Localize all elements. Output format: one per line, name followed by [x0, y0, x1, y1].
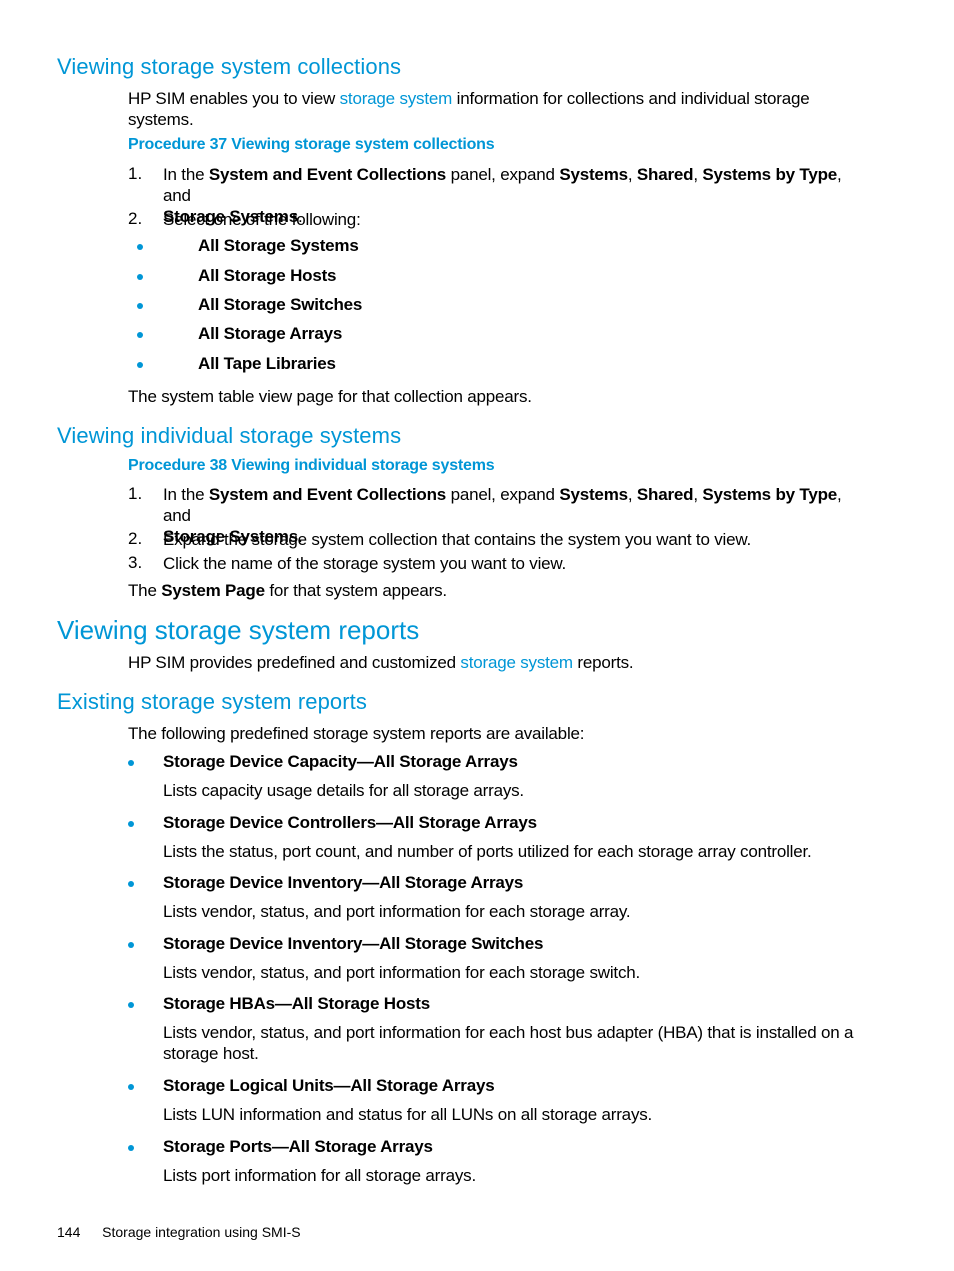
- section-heading-viewing-collections: Viewing storage system collections: [57, 54, 402, 79]
- section3-intro: HP SIM provides predefined and customize…: [128, 653, 634, 672]
- section-heading-viewing-reports: Viewing storage system reports: [57, 615, 420, 645]
- procedure-37-result: The system table view page for that coll…: [128, 387, 532, 406]
- step-number: 3.: [128, 553, 143, 572]
- bullet-icon: [128, 1084, 134, 1090]
- step-number: 2.: [128, 209, 143, 228]
- option-label: All Storage Hosts: [198, 266, 337, 285]
- bullet-icon: [128, 821, 134, 827]
- bullet-icon: [137, 303, 143, 309]
- report-title: Storage Device Inventory—All Storage Swi…: [163, 934, 544, 953]
- report-title: Storage HBAs—All Storage Hosts: [163, 994, 430, 1013]
- storage-system-link[interactable]: storage system: [460, 653, 573, 672]
- section4-intro: The following predefined storage system …: [128, 724, 585, 743]
- bullet-icon: [137, 362, 143, 368]
- option-label: All Tape Libraries: [198, 354, 336, 373]
- report-description: Lists vendor, status, and port informati…: [163, 963, 641, 982]
- procedure-38-title: Procedure 38 Viewing individual storage …: [128, 457, 495, 474]
- bullet-icon: [128, 1145, 134, 1151]
- report-title: Storage Device Controllers—All Storage A…: [163, 813, 537, 832]
- intro-text: HP SIM enables you to view: [128, 89, 340, 108]
- step-number: 1.: [128, 484, 143, 503]
- report-title: Storage Logical Units—All Storage Arrays: [163, 1076, 495, 1095]
- report-description: Lists capacity usage details for all sto…: [163, 781, 524, 800]
- procedure-step: Select one of the following:: [163, 210, 361, 229]
- bullet-icon: [128, 760, 134, 766]
- report-title: Storage Ports—All Storage Arrays: [163, 1137, 433, 1156]
- bullet-icon: [137, 274, 143, 280]
- chapter-title: Storage integration using SMI-S: [102, 1224, 301, 1240]
- page-number: 144: [57, 1224, 81, 1240]
- report-title: Storage Device Inventory—All Storage Arr…: [163, 873, 524, 892]
- procedure-step: Expand the storage system collection tha…: [163, 530, 752, 549]
- section-heading-existing-reports: Existing storage system reports: [57, 689, 367, 714]
- page-footer: 144 Storage integration using SMI-S: [57, 1224, 301, 1240]
- report-description: Lists LUN information and status for all…: [163, 1105, 653, 1124]
- option-label: All Storage Arrays: [198, 324, 343, 343]
- bullet-icon: [137, 332, 143, 338]
- storage-system-link[interactable]: storage system: [340, 89, 453, 108]
- section1-intro: HP SIM enables you to view storage syste…: [128, 88, 848, 130]
- bullet-icon: [128, 942, 134, 948]
- procedure-step: Click the name of the storage system you…: [163, 554, 567, 573]
- bullet-icon: [128, 881, 134, 887]
- section-heading-viewing-individual: Viewing individual storage systems: [57, 423, 402, 448]
- step-number: 2.: [128, 529, 143, 548]
- report-description: Lists vendor, status, and port informati…: [163, 902, 631, 921]
- procedure-38-result: The System Page for that system appears.: [128, 581, 447, 600]
- report-description: Lists the status, port count, and number…: [163, 842, 812, 861]
- bullet-icon: [128, 1002, 134, 1008]
- procedure-37-title: Procedure 37 Viewing storage system coll…: [128, 136, 495, 153]
- report-description: Lists vendor, status, and port informati…: [163, 1023, 854, 1063]
- option-label: All Storage Systems: [198, 236, 359, 255]
- report-title: Storage Device Capacity—All Storage Arra…: [163, 752, 518, 771]
- step-number: 1.: [128, 164, 143, 183]
- option-label: All Storage Switches: [198, 295, 363, 314]
- bullet-icon: [137, 244, 143, 250]
- report-description: Lists port information for all storage a…: [163, 1166, 476, 1185]
